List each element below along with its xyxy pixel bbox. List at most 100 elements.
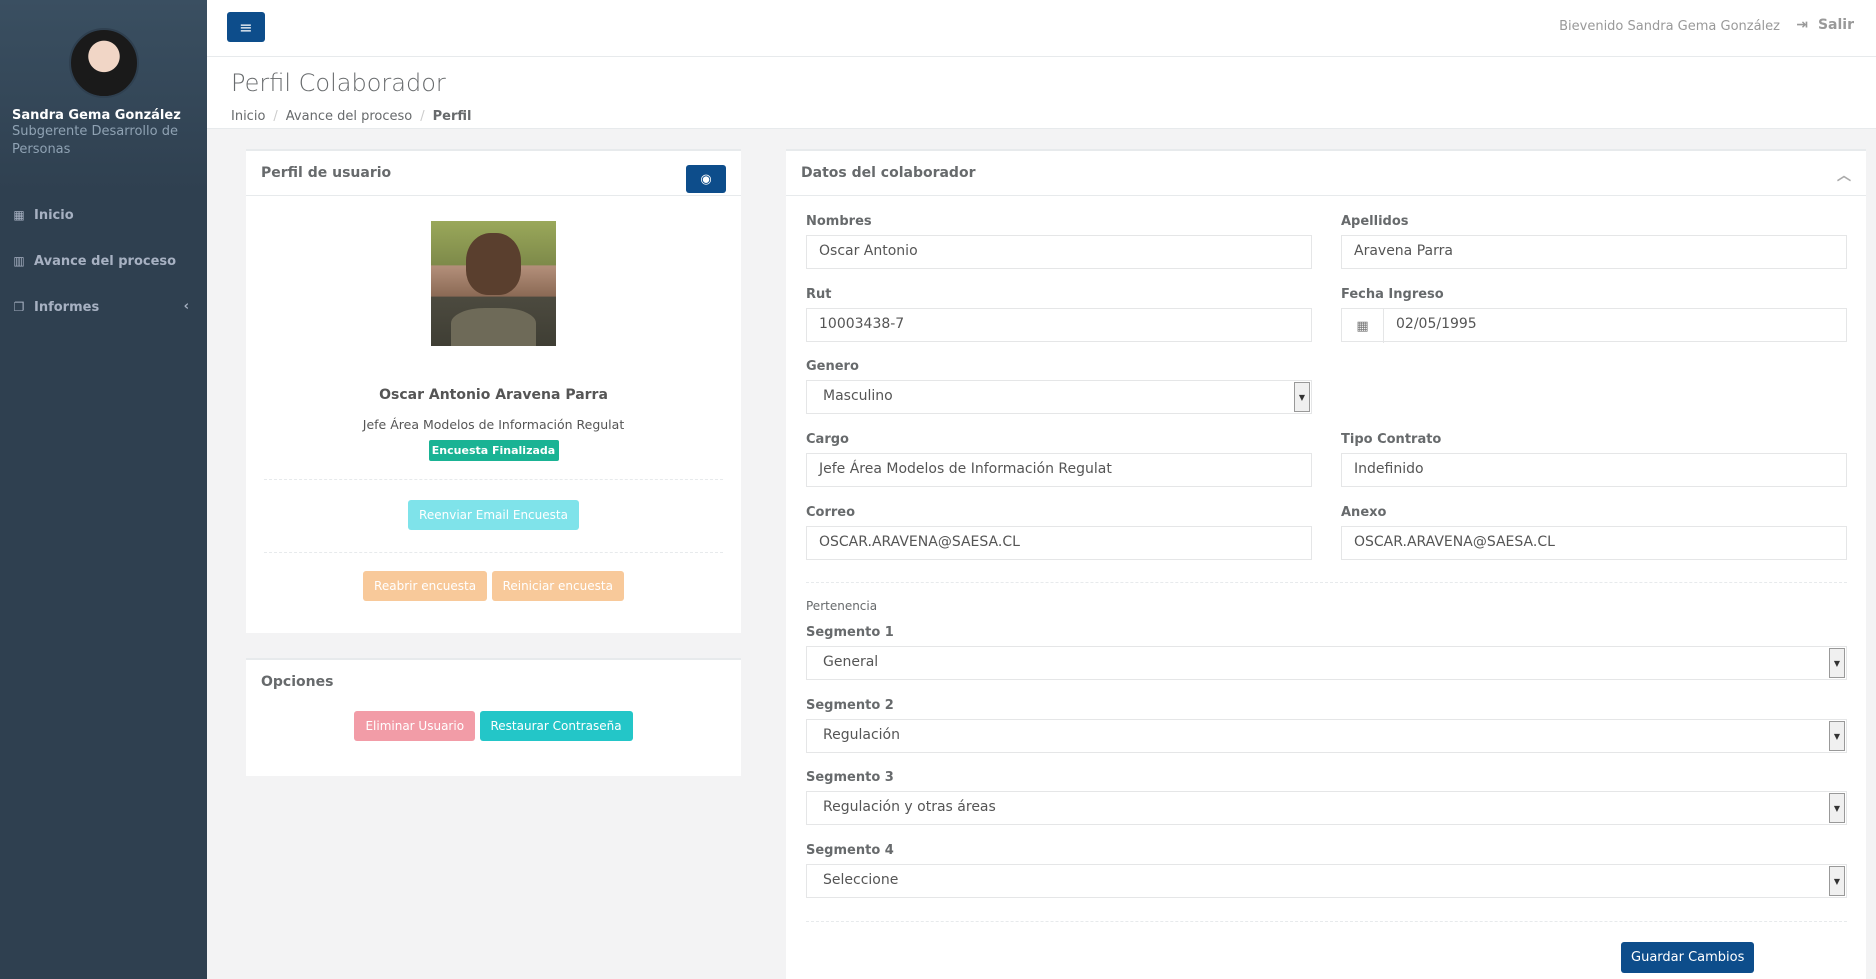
options-actions-row: Eliminar Usuario Restaurar Contraseña bbox=[246, 711, 741, 741]
breadcrumb-perfil: Perfil bbox=[432, 109, 472, 124]
page-title: Perfil Colaborador bbox=[231, 69, 446, 97]
sidebar-nav: ▦ Inicio ▥ Avance del proceso ❐ Informes… bbox=[0, 192, 207, 330]
dropdown-arrow-icon: ▼ bbox=[1829, 721, 1845, 751]
rut-group: Rut 10003438-7 bbox=[806, 287, 1312, 342]
breadcrumb-avance[interactable]: Avance del proceso bbox=[286, 109, 412, 124]
options-panel: Opciones Eliminar Usuario Restaurar Cont… bbox=[246, 658, 741, 776]
sidebar-item-avance[interactable]: ▥ Avance del proceso bbox=[0, 238, 207, 284]
segmento-3-group: Segmento 3 Regulación y otras áreas ▼ bbox=[806, 770, 1847, 825]
sidebar-item-label: Inicio bbox=[34, 207, 74, 223]
profile-role: Subgerente Desarrollo de Personas bbox=[12, 124, 178, 157]
profile-panel: Perfil de usuario ◉ Oscar Antonio Araven… bbox=[246, 149, 741, 633]
save-row: Guardar Cambios bbox=[1621, 942, 1755, 973]
rut-label: Rut bbox=[806, 287, 832, 302]
sidebar-item-label: Avance del proceso bbox=[34, 253, 177, 269]
segmento-2-label: Segmento 2 bbox=[806, 698, 894, 713]
genero-select[interactable]: Masculino ▼ bbox=[806, 380, 1312, 414]
anexo-label: Anexo bbox=[1341, 505, 1387, 520]
apellidos-group: Apellidos Aravena Parra bbox=[1341, 214, 1847, 269]
fecha-input[interactable]: ▦ 02/05/1995 bbox=[1341, 308, 1847, 343]
segmento-2-value: Regulación bbox=[823, 727, 900, 743]
segmento-1-group: Segmento 1 General ▼ bbox=[806, 625, 1847, 680]
restart-survey-button[interactable]: Reiniciar encuesta bbox=[491, 571, 624, 601]
person-job: Jefe Área Modelos de Información Regulat bbox=[362, 417, 625, 432]
sidebar-item-informes[interactable]: ❐ Informes ‹ bbox=[0, 284, 207, 330]
correo-group: Correo OSCAR.ARAVENA@SAESA.CL bbox=[806, 505, 1312, 560]
profile-panel-title-text: Perfil de usuario bbox=[261, 165, 392, 181]
apellidos-input[interactable]: Aravena Parra bbox=[1341, 235, 1847, 269]
divider bbox=[264, 552, 723, 553]
fecha-value: 02/05/1995 bbox=[1396, 316, 1477, 332]
logout-label: Salir bbox=[1817, 17, 1854, 33]
menu-toggle-button[interactable]: ≡ bbox=[227, 12, 265, 42]
bar-chart-icon: ▥ bbox=[13, 254, 25, 268]
pertenencia-label: Pertenencia bbox=[806, 599, 878, 613]
nombres-label: Nombres bbox=[806, 214, 872, 229]
page-heading: Perfil Colaborador Inicio / Avance del pro… bbox=[207, 57, 1876, 129]
nombres-group: Nombres Oscar Antonio bbox=[806, 214, 1312, 269]
cargo-input[interactable]: Jefe Área Modelos de Información Regulat bbox=[806, 453, 1312, 487]
welcome-text: Bievenido Sandra Gema González bbox=[1559, 19, 1780, 34]
segmento-2-select[interactable]: Regulación ▼ bbox=[806, 719, 1847, 753]
avatar[interactable] bbox=[68, 28, 139, 98]
correo-input[interactable]: OSCAR.ARAVENA@SAESA.CL bbox=[806, 526, 1312, 560]
reopen-survey-button[interactable]: Reabrir encuesta bbox=[363, 571, 488, 601]
sidebar-profile: Sandra Gema González Subgerente Desarrol… bbox=[0, 0, 207, 192]
breadcrumb: Inicio / Avance del proceso / Perfil bbox=[231, 109, 472, 124]
divider bbox=[806, 582, 1847, 583]
segmento-4-group: Segmento 4 Seleccione ▼ bbox=[806, 843, 1847, 898]
profile-photo bbox=[431, 221, 556, 346]
divider bbox=[264, 479, 723, 480]
copy-icon: ❐ bbox=[13, 300, 25, 314]
sign-out-icon: ⇥ bbox=[1796, 17, 1808, 33]
tipo-contrato-input[interactable]: Indefinido bbox=[1341, 453, 1847, 487]
segmento-1-select[interactable]: General ▼ bbox=[806, 646, 1847, 680]
reset-password-button[interactable]: Restaurar Contraseña bbox=[479, 711, 633, 741]
dropdown-arrow-icon: ▼ bbox=[1829, 648, 1845, 678]
nombres-input[interactable]: Oscar Antonio bbox=[806, 235, 1312, 269]
genero-group: Genero Masculino ▼ bbox=[806, 359, 1312, 414]
th-large-icon: ▦ bbox=[13, 208, 25, 222]
segmento-3-value: Regulación y otras áreas bbox=[823, 799, 996, 815]
breadcrumb-inicio[interactable]: Inicio bbox=[231, 109, 265, 124]
delete-user-button[interactable]: Eliminar Usuario bbox=[354, 711, 476, 741]
segmento-4-value: Seleccione bbox=[823, 872, 899, 888]
apellidos-label: Apellidos bbox=[1341, 214, 1409, 229]
dropdown-arrow-icon: ▼ bbox=[1294, 382, 1310, 412]
segmento-2-group: Segmento 2 Regulación ▼ bbox=[806, 698, 1847, 753]
rut-input[interactable]: 10003438-7 bbox=[806, 308, 1312, 342]
calendar-icon: ▦ bbox=[1342, 309, 1384, 343]
anexo-input[interactable]: OSCAR.ARAVENA@SAESA.CL bbox=[1341, 526, 1847, 560]
resend-row: Reenviar Email Encuesta bbox=[246, 500, 741, 530]
bars-icon: ≡ bbox=[239, 17, 253, 37]
anexo-group: Anexo OSCAR.ARAVENA@SAESA.CL bbox=[1341, 505, 1847, 560]
segmento-3-select[interactable]: Regulación y otras áreas ▼ bbox=[806, 791, 1847, 825]
sidebar: Sandra Gema González Subgerente Desarrol… bbox=[0, 0, 207, 979]
segmento-4-label: Segmento 4 bbox=[806, 843, 894, 858]
segmento-4-select[interactable]: Seleccione ▼ bbox=[806, 864, 1847, 898]
person-name: Oscar Antonio Aravena Parra bbox=[379, 387, 608, 403]
genero-value: Masculino bbox=[823, 388, 893, 404]
chevron-up-icon[interactable]: ︿ bbox=[1837, 165, 1851, 185]
dropdown-arrow-icon: ▼ bbox=[1829, 866, 1845, 896]
correo-label: Correo bbox=[806, 505, 856, 520]
employee-data-title-text: Datos del colaborador bbox=[801, 165, 976, 181]
fecha-label: Fecha Ingreso bbox=[1341, 287, 1444, 302]
divider bbox=[806, 921, 1847, 922]
sidebar-item-inicio[interactable]: ▦ Inicio bbox=[0, 192, 207, 238]
resend-email-button[interactable]: Reenviar Email Encuesta bbox=[408, 500, 579, 530]
segmento-1-value: General bbox=[823, 654, 879, 670]
sidebar-item-label: Informes bbox=[34, 299, 100, 315]
cargo-label: Cargo bbox=[806, 432, 849, 447]
genero-label: Genero bbox=[806, 359, 859, 374]
logout-link[interactable]: ⇥ Salir bbox=[1796, 17, 1854, 33]
topbar: ≡ Bievenido Sandra Gema González ⇥ Salir bbox=[207, 0, 1876, 57]
fecha-group: Fecha Ingreso ▦ 02/05/1995 bbox=[1341, 287, 1847, 343]
dropdown-arrow-icon: ▼ bbox=[1829, 793, 1845, 823]
status-badge: Encuesta Finalizada bbox=[428, 440, 559, 461]
tipo-contrato-label: Tipo Contrato bbox=[1341, 432, 1442, 447]
save-changes-button[interactable]: Guardar Cambios bbox=[1621, 942, 1755, 973]
options-panel-title: Opciones bbox=[261, 674, 334, 690]
change-photo-button[interactable]: ◉ bbox=[686, 165, 726, 193]
cargo-group: Cargo Jefe Área Modelos de Información R… bbox=[806, 432, 1312, 487]
